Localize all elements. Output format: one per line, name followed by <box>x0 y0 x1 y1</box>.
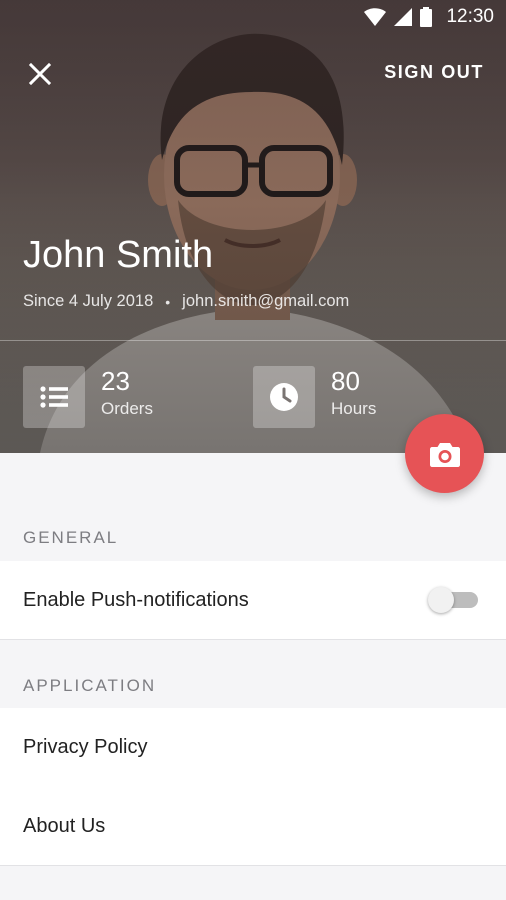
section-header-general: GENERAL <box>23 528 119 547</box>
camera-icon <box>429 442 460 467</box>
push-notifications-toggle[interactable] <box>428 587 480 613</box>
signal-icon <box>394 8 413 26</box>
push-notifications-row[interactable]: Enable Push-notifications <box>0 561 506 639</box>
profile-hero: 12:30 SIGN OUT John Smith Since 4 July 2… <box>0 0 506 453</box>
orders-label: Orders <box>101 399 153 418</box>
member-since: Since 4 July 2018 <box>23 292 154 310</box>
stat-hours: 80 Hours <box>253 366 376 428</box>
profile-meta: Since 4 July 2018 • john.smith@gmail.com <box>23 292 349 311</box>
battery-icon <box>420 7 433 27</box>
status-time: 12:30 <box>446 6 494 27</box>
divider <box>0 639 506 640</box>
stat-orders: 23 Orders <box>23 366 153 428</box>
wifi-icon <box>364 8 387 26</box>
change-photo-button[interactable] <box>405 414 484 493</box>
profile-email: john.smith@gmail.com <box>182 292 350 310</box>
divider <box>0 865 506 866</box>
privacy-policy-row[interactable]: Privacy Policy <box>0 708 506 787</box>
hours-label: Hours <box>331 399 377 418</box>
list-icon <box>40 386 68 408</box>
stat-icon-box <box>253 366 315 428</box>
status-bar: 12:30 <box>0 0 506 34</box>
sign-out-button[interactable]: SIGN OUT <box>384 62 484 83</box>
push-notifications-label: Enable Push-notifications <box>23 588 249 611</box>
hero-divider <box>0 340 506 341</box>
close-icon <box>29 63 51 85</box>
about-us-label: About Us <box>23 814 106 837</box>
hours-count: 80 <box>331 366 360 396</box>
about-us-row[interactable]: About Us <box>0 787 506 865</box>
clock-icon <box>270 383 298 411</box>
orders-count: 23 <box>101 366 130 396</box>
close-button[interactable] <box>22 56 58 92</box>
section-header-application: APPLICATION <box>23 676 157 695</box>
privacy-policy-label: Privacy Policy <box>23 736 148 758</box>
meta-separator: • <box>165 293 171 310</box>
toggle-thumb <box>428 587 454 613</box>
profile-name: John Smith <box>23 234 214 276</box>
stat-icon-box <box>23 366 85 428</box>
